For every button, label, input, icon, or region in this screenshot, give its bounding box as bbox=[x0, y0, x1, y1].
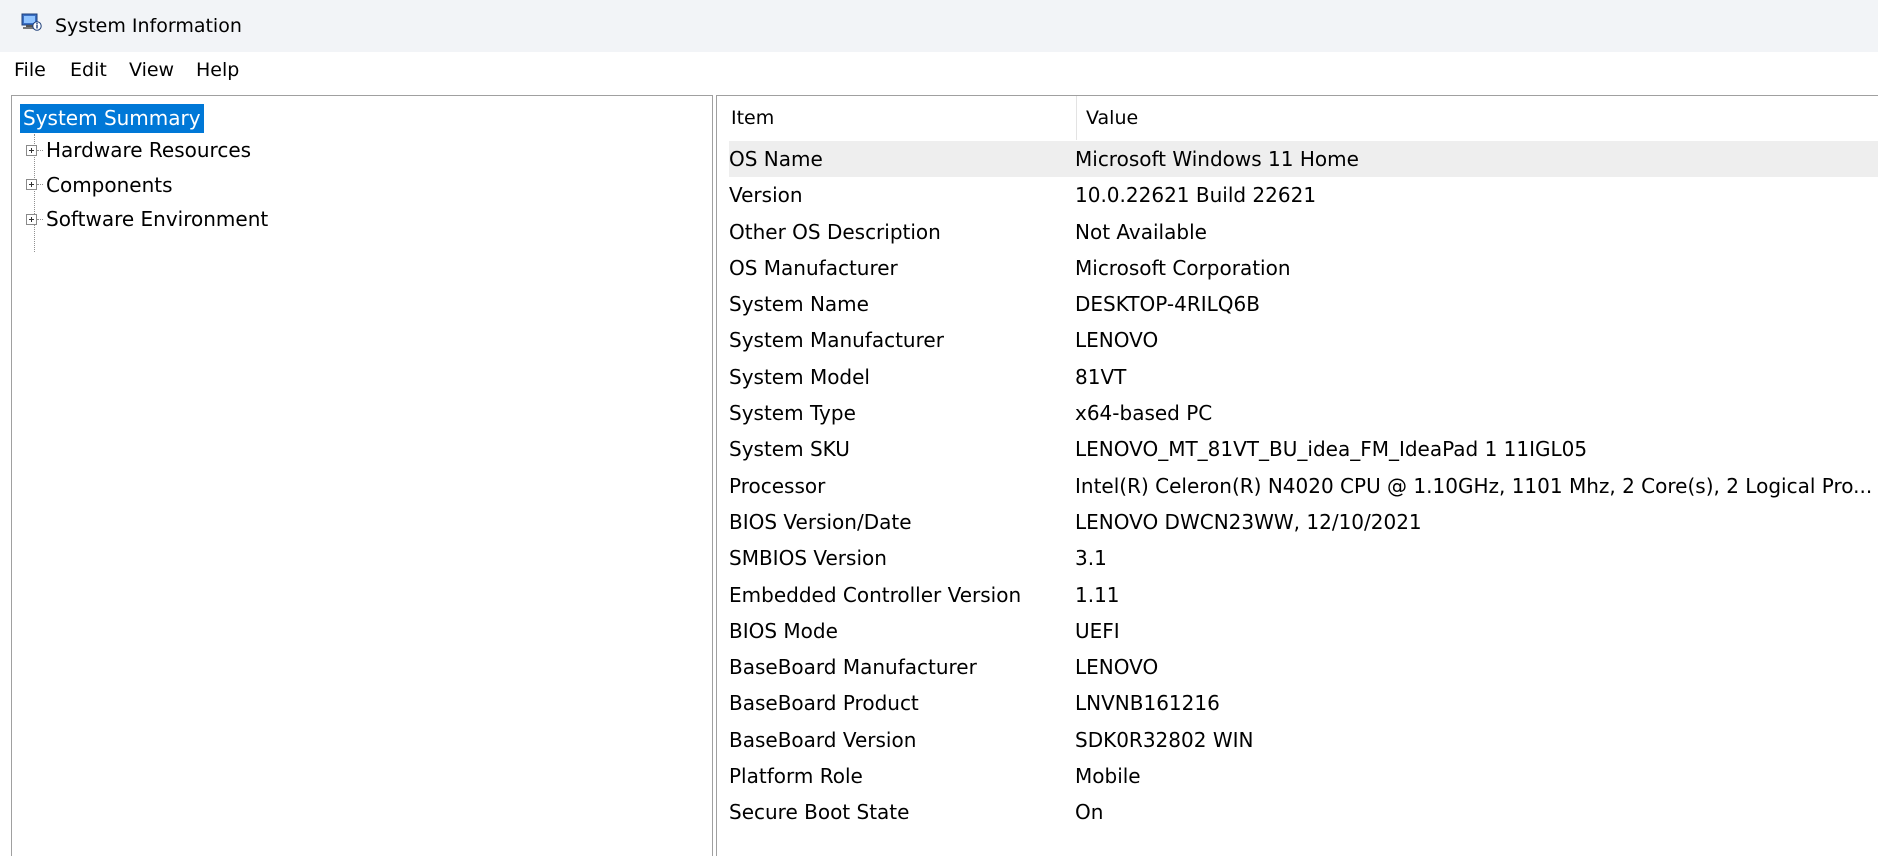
row-item-label: SMBIOS Version bbox=[729, 546, 887, 571]
menu-bar: File Edit View Help bbox=[0, 52, 1878, 86]
tree-item-components[interactable]: Components bbox=[26, 171, 173, 199]
table-row[interactable]: Version 10.0.22621 Build 22621 bbox=[729, 177, 1878, 213]
row-value: 81VT bbox=[1075, 364, 1127, 389]
row-value: UEFI bbox=[1075, 618, 1120, 643]
expand-icon[interactable] bbox=[26, 179, 37, 190]
row-value: LNVNB161216 bbox=[1075, 691, 1220, 716]
row-item-label: BaseBoard Version bbox=[729, 727, 917, 752]
window-title: System Information bbox=[55, 15, 242, 37]
row-item-label: System Manufacturer bbox=[729, 328, 944, 353]
row-item-label: Version bbox=[729, 183, 803, 208]
row-value: 1.11 bbox=[1075, 582, 1120, 607]
row-item-label: Platform Role bbox=[729, 764, 863, 789]
table-row[interactable]: Platform Role Mobile bbox=[729, 758, 1878, 794]
table-row[interactable]: Other OS Description Not Available bbox=[729, 214, 1878, 250]
table-row[interactable]: BIOS Mode UEFI bbox=[729, 613, 1878, 649]
row-item-label: Other OS Description bbox=[729, 219, 941, 244]
table-row[interactable]: SMBIOS Version 3.1 bbox=[729, 540, 1878, 576]
expand-icon[interactable] bbox=[26, 144, 37, 156]
row-item-label: System SKU bbox=[729, 437, 850, 462]
menu-help[interactable]: Help bbox=[196, 58, 239, 82]
row-value: LENOVO_MT_81VT_BU_idea_FM_IdeaPad 1 11IG… bbox=[1075, 437, 1588, 462]
column-header-value[interactable]: Value bbox=[1086, 106, 1138, 130]
row-item-label: System Model bbox=[729, 364, 870, 389]
tree-item-software-environment[interactable]: Software Environment bbox=[26, 205, 268, 233]
row-value: DESKTOP-4RILQ6B bbox=[1075, 292, 1260, 317]
tree-item-system-summary[interactable]: System Summary bbox=[20, 104, 204, 133]
tree-item-label: Components bbox=[46, 172, 173, 197]
table-row[interactable]: System Manufacturer LENOVO bbox=[729, 322, 1878, 358]
details-list[interactable]: Item Value OS Name Microsoft Windows 11 H… bbox=[716, 95, 1878, 856]
category-tree[interactable]: System Summary Hardware Resources Compon… bbox=[11, 95, 713, 856]
row-value: Mobile bbox=[1075, 764, 1141, 789]
menu-file[interactable]: File bbox=[14, 58, 46, 82]
row-value: LENOVO bbox=[1075, 655, 1159, 680]
row-value: Intel(R) Celeron(R) N4020 CPU @ 1.10GHz,… bbox=[1075, 473, 1873, 498]
tree-connector bbox=[37, 184, 43, 185]
table-row[interactable]: Processor Intel(R) Celeron(R) N4020 CPU @… bbox=[729, 468, 1878, 504]
table-row[interactable]: BaseBoard Product LNVNB161216 bbox=[729, 685, 1878, 721]
row-item-label: System Name bbox=[729, 292, 869, 317]
row-value: SDK0R32802 WIN bbox=[1075, 727, 1254, 752]
column-divider[interactable] bbox=[1076, 96, 1077, 140]
row-item-label: BaseBoard Product bbox=[729, 691, 919, 716]
tree-connector bbox=[37, 218, 43, 220]
list-rows: OS Name Microsoft Windows 11 Home Version 1… bbox=[729, 141, 1878, 831]
row-item-label: BIOS Version/Date bbox=[729, 509, 912, 534]
list-header: Item Value bbox=[729, 96, 1878, 141]
row-item-label: BIOS Mode bbox=[729, 618, 838, 643]
row-value: x64-based PC bbox=[1075, 401, 1213, 426]
menu-view[interactable]: View bbox=[129, 58, 174, 82]
table-row[interactable]: Secure Boot State On bbox=[729, 794, 1878, 830]
row-value: Microsoft Corporation bbox=[1075, 255, 1291, 280]
table-row[interactable]: Embedded Controller Version 1.11 bbox=[729, 577, 1878, 613]
row-item-label: Secure Boot State bbox=[729, 800, 910, 825]
row-item-label: BaseBoard Manufacturer bbox=[729, 655, 977, 680]
menu-edit[interactable]: Edit bbox=[70, 58, 107, 82]
table-row[interactable]: OS Manufacturer Microsoft Corporation bbox=[729, 250, 1878, 286]
tree-item-label: Hardware Resources bbox=[46, 138, 252, 162]
row-value: Microsoft Windows 11 Home bbox=[1075, 147, 1359, 171]
tree-connector bbox=[37, 149, 43, 151]
table-row[interactable]: System Name DESKTOP-4RILQ6B bbox=[729, 286, 1878, 322]
row-value: 10.0.22621 Build 22621 bbox=[1075, 183, 1317, 208]
table-row[interactable]: BIOS Version/Date LENOVO DWCN23WW, 12/10/… bbox=[729, 504, 1878, 540]
row-item-label: OS Manufacturer bbox=[729, 255, 898, 280]
expand-icon[interactable] bbox=[26, 213, 37, 225]
table-row[interactable]: System Model 81VT bbox=[729, 359, 1878, 395]
row-value: Not Available bbox=[1075, 219, 1207, 244]
row-item-label: Embedded Controller Version bbox=[729, 582, 1022, 607]
row-value: LENOVO bbox=[1075, 328, 1159, 353]
row-item-label: OS Name bbox=[729, 147, 823, 171]
row-item-label: System Type bbox=[729, 401, 856, 426]
table-row[interactable]: System Type x64-based PC bbox=[729, 395, 1878, 431]
row-value: LENOVO DWCN23WW, 12/10/2021 bbox=[1075, 509, 1422, 534]
tree-item-label: Software Environment bbox=[46, 207, 269, 231]
row-item-label: Processor bbox=[729, 473, 826, 498]
table-row[interactable]: BaseBoard Manufacturer LENOVO bbox=[729, 649, 1878, 685]
table-row[interactable]: OS Name Microsoft Windows 11 Home bbox=[729, 141, 1878, 178]
row-value: On bbox=[1075, 800, 1104, 825]
table-row[interactable]: System SKU LENOVO_MT_81VT_BU_idea_FM_Idea… bbox=[729, 431, 1878, 467]
table-row[interactable]: BaseBoard Version SDK0R32802 WIN bbox=[729, 722, 1878, 758]
system-information-icon bbox=[20, 12, 42, 32]
tree-item-hardware-resources[interactable]: Hardware Resources bbox=[26, 136, 251, 164]
column-header-item[interactable]: Item bbox=[731, 106, 774, 130]
title-bar: System Information bbox=[0, 0, 1878, 52]
row-value: 3.1 bbox=[1075, 546, 1107, 571]
